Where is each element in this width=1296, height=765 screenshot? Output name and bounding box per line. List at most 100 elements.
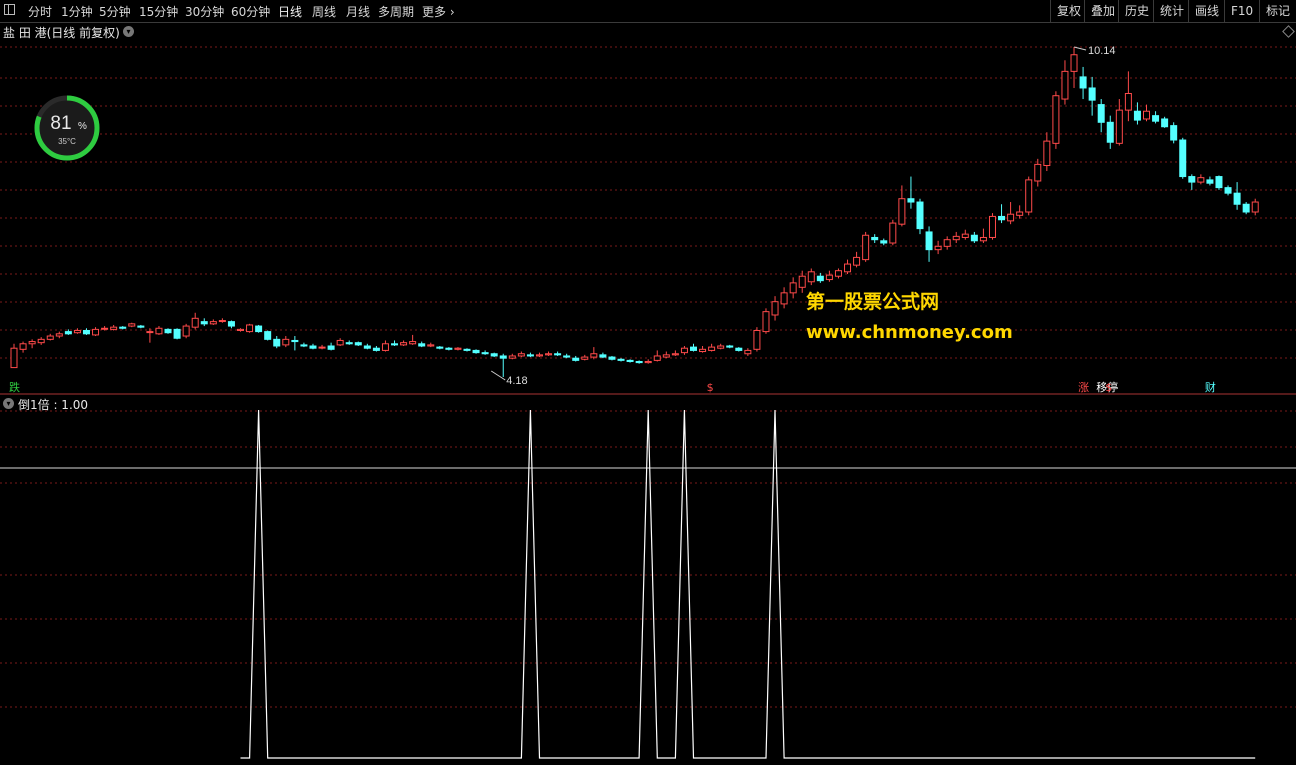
candle [291, 336, 299, 351]
candle-body [1106, 121, 1114, 143]
candle-body [880, 240, 888, 244]
candle [671, 350, 679, 356]
candle-body [572, 357, 580, 361]
cpu-gauge[interactable]: 81 % 35°C [34, 95, 100, 161]
candle-body [708, 346, 716, 351]
candle [381, 340, 389, 352]
candle-body [427, 344, 435, 347]
candle-body [1052, 95, 1060, 144]
period-tab[interactable]: 多周期 [378, 3, 414, 20]
candle-body [545, 353, 553, 356]
toolbar-button[interactable]: 历史 [1118, 0, 1155, 22]
candle-body [137, 325, 145, 328]
candle-body [1197, 177, 1205, 183]
candle [1124, 71, 1132, 122]
candle-body [110, 326, 118, 330]
candle-body [1242, 203, 1250, 213]
gauge-percent-sign: % [78, 121, 87, 132]
candle-body [889, 222, 897, 244]
candle-body [907, 198, 915, 203]
period-tab[interactable]: 60分钟 [231, 3, 270, 20]
candle-body [472, 349, 480, 354]
period-tab[interactable]: 15分钟 [139, 3, 178, 20]
candle [617, 358, 625, 362]
candle-body [1016, 211, 1024, 216]
period-tab[interactable]: 30分钟 [185, 3, 224, 20]
candle [209, 319, 217, 325]
candle [264, 330, 272, 341]
window-layout-icon[interactable] [4, 4, 15, 15]
candle-body [1161, 118, 1169, 128]
candle-body [182, 325, 190, 337]
candle-body [726, 345, 734, 348]
period-tab[interactable]: 分时 [28, 3, 52, 20]
candle-body [101, 327, 109, 330]
chevron-down-icon[interactable]: ▾ [123, 26, 134, 37]
candle-body [581, 356, 589, 360]
candle-body [798, 275, 806, 288]
candle-body [554, 353, 562, 356]
period-tab[interactable]: 月线 [346, 3, 370, 20]
candle-body [671, 353, 679, 356]
candle [907, 176, 915, 209]
candle [535, 352, 543, 358]
period-tab[interactable]: 5分钟 [99, 3, 131, 20]
candle [28, 339, 36, 349]
candle-body [590, 353, 598, 358]
toolbar-button[interactable]: 画线 [1188, 0, 1225, 22]
candle [744, 348, 752, 356]
candle [889, 219, 897, 246]
candle [237, 328, 244, 332]
candle [1161, 116, 1169, 128]
candle-body [780, 292, 788, 305]
candle-body [1043, 140, 1051, 166]
candle-body [517, 353, 525, 357]
toolbar-button[interactable]: F10 [1224, 0, 1259, 22]
candle-body [753, 329, 761, 350]
candle [345, 340, 353, 345]
candle [816, 272, 824, 283]
candle-body [64, 331, 72, 335]
candle-body [28, 341, 36, 345]
candle-body [445, 347, 453, 350]
candle [1143, 104, 1150, 122]
candle [554, 351, 562, 356]
candle-body [680, 347, 688, 354]
candle [653, 350, 661, 362]
event-marker: 涨 [1078, 381, 1089, 394]
toolbar-button[interactable]: 叠加 [1084, 0, 1121, 22]
candle [970, 231, 978, 244]
candle-body [771, 301, 779, 316]
toolbar-button[interactable]: 标记 [1259, 0, 1296, 22]
candle-body [218, 320, 226, 323]
candle-body [1224, 187, 1232, 194]
candle [1025, 176, 1033, 216]
candle-body [970, 234, 978, 242]
toolbar-button[interactable]: 复权 [1050, 0, 1087, 22]
period-tab[interactable]: 日线 [278, 3, 302, 20]
candle-body [264, 331, 272, 340]
candle-body [1179, 139, 1187, 178]
candle-body [119, 326, 127, 329]
candle [1106, 115, 1114, 149]
candle [1179, 137, 1187, 179]
candle [418, 341, 426, 348]
period-tab[interactable]: 更多 › [422, 3, 455, 20]
candle-body [255, 325, 263, 333]
period-tab[interactable]: 1分钟 [61, 3, 93, 20]
candle [481, 350, 489, 355]
max-price-label: 10.14 [1088, 45, 1116, 57]
candle [191, 312, 199, 330]
candle [1016, 205, 1024, 219]
period-tab[interactable]: 周线 [312, 3, 336, 20]
chevron-down-icon[interactable]: ▾ [3, 398, 14, 409]
candle-body [82, 329, 90, 335]
chevron-right-icon: › [446, 5, 455, 19]
toolbar-button[interactable]: 统计 [1153, 0, 1190, 22]
candle-body [1124, 93, 1132, 111]
candle-body [635, 360, 643, 364]
candle [1233, 182, 1241, 210]
candle [699, 345, 707, 353]
candle-body [961, 233, 969, 238]
candle [925, 226, 933, 262]
